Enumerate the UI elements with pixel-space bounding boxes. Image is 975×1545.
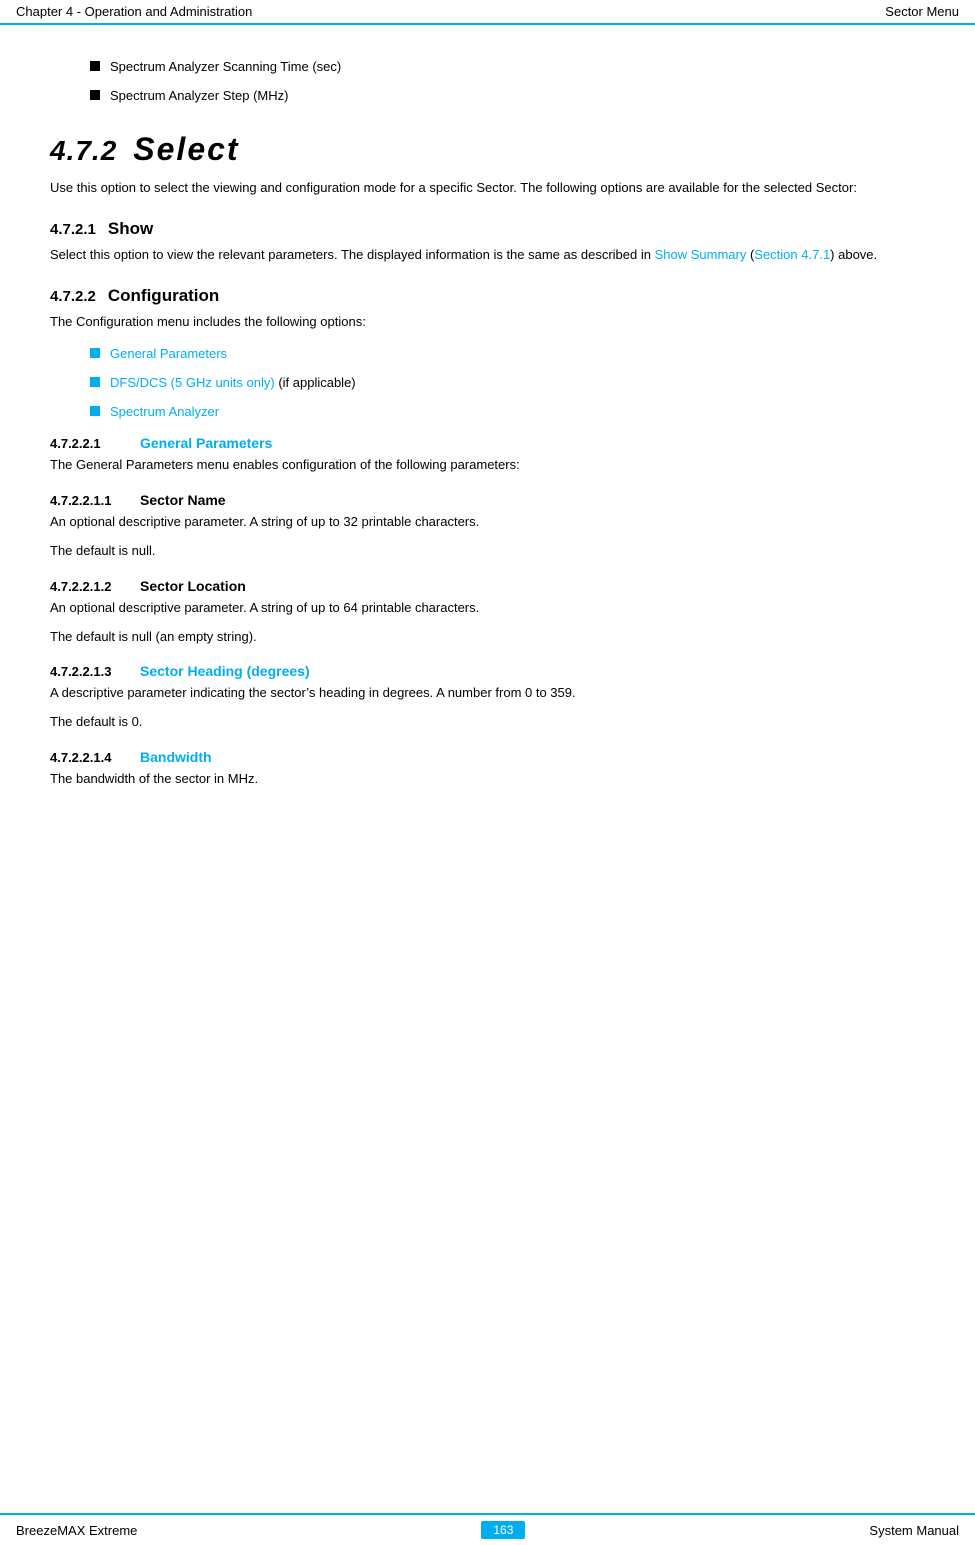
section-472211-body2: The default is null. bbox=[50, 541, 925, 562]
section-47221-title: General Parameters bbox=[140, 435, 272, 451]
section-47221-heading: 4.7.2.2.1 General Parameters bbox=[50, 435, 925, 451]
bullet-text-gp[interactable]: General Parameters bbox=[110, 346, 227, 361]
section-4722-num: 4.7.2.2 bbox=[50, 288, 96, 305]
section-472211-title: Sector Name bbox=[140, 492, 226, 508]
bullet-item-dfs: DFS/DCS (5 GHz units only) (if applicabl… bbox=[90, 375, 925, 390]
section-472213-body2: The default is 0. bbox=[50, 712, 925, 733]
bullet-text-dfs-suffix: (if applicable) bbox=[275, 375, 356, 390]
section-472212-title: Sector Location bbox=[140, 578, 246, 594]
section-472214-body1: The bandwidth of the sector in MHz. bbox=[50, 769, 925, 790]
bullet-item-sa: Spectrum Analyzer bbox=[90, 404, 925, 419]
section-472213-title: Sector Heading (degrees) bbox=[140, 663, 310, 679]
header-left: Chapter 4 - Operation and Administration bbox=[16, 4, 252, 19]
bullet-square-sa bbox=[90, 406, 100, 416]
section-4722-title: Configuration bbox=[108, 286, 219, 306]
footer-left: BreezeMAX Extreme bbox=[16, 1523, 137, 1538]
section-4721-heading: 4.7.2.1 Show bbox=[50, 219, 925, 239]
section-472211-heading: 4.7.2.2.1.1 Sector Name bbox=[50, 492, 925, 508]
section-472211-num: 4.7.2.2.1.1 bbox=[50, 493, 130, 508]
page-header: Chapter 4 - Operation and Administration… bbox=[0, 0, 975, 25]
bullet-text-sa[interactable]: Spectrum Analyzer bbox=[110, 404, 219, 419]
bullet-square-gp bbox=[90, 348, 100, 358]
section-472-title: Select bbox=[133, 131, 239, 168]
bullet-item-1: Spectrum Analyzer Scanning Time (sec) bbox=[90, 59, 925, 74]
section-47221-body: The General Parameters menu enables conf… bbox=[50, 455, 925, 476]
section-4722-heading: 4.7.2.2 Configuration bbox=[50, 286, 925, 306]
bullet-text-2: Spectrum Analyzer Step (MHz) bbox=[110, 88, 288, 103]
bullet-square-2 bbox=[90, 90, 100, 100]
footer-page-number: 163 bbox=[481, 1521, 525, 1539]
section-4721-link2[interactable]: Section 4.7.1 bbox=[754, 247, 830, 262]
section-4722-body: The Configuration menu includes the foll… bbox=[50, 312, 925, 333]
section-472212-heading: 4.7.2.2.1.2 Sector Location bbox=[50, 578, 925, 594]
section-472214-num: 4.7.2.2.1.4 bbox=[50, 750, 130, 765]
section-4721-num: 4.7.2.1 bbox=[50, 221, 96, 238]
section-472-body: Use this option to select the viewing an… bbox=[50, 178, 925, 199]
bullet-text-1: Spectrum Analyzer Scanning Time (sec) bbox=[110, 59, 341, 74]
section-4721-body: Select this option to view the relevant … bbox=[50, 245, 925, 266]
section-472213-heading: 4.7.2.2.1.3 Sector Heading (degrees) bbox=[50, 663, 925, 679]
bullet-item-gp: General Parameters bbox=[90, 346, 925, 361]
bullet-text-dfs: DFS/DCS (5 GHz units only) (if applicabl… bbox=[110, 375, 356, 390]
section-4721-body1: Select this option to view the relevant … bbox=[50, 247, 655, 262]
section-472212-body2: The default is null (an empty string). bbox=[50, 627, 925, 648]
section-47221-num: 4.7.2.2.1 bbox=[50, 436, 130, 451]
section-472213-num: 4.7.2.2.1.3 bbox=[50, 664, 130, 679]
section-472211-body1: An optional descriptive parameter. A str… bbox=[50, 512, 925, 533]
section-472-heading: 4.7.2 Select bbox=[50, 131, 925, 168]
bullet-item-2: Spectrum Analyzer Step (MHz) bbox=[90, 88, 925, 103]
main-content: Spectrum Analyzer Scanning Time (sec) Sp… bbox=[0, 25, 975, 858]
section-472214-title: Bandwidth bbox=[140, 749, 212, 765]
section-4721-title: Show bbox=[108, 219, 153, 239]
section-472212-num: 4.7.2.2.1.2 bbox=[50, 579, 130, 594]
section-472213-body1: A descriptive parameter indicating the s… bbox=[50, 683, 925, 704]
section-4721-link1[interactable]: Show Summary bbox=[655, 247, 747, 262]
header-right: Sector Menu bbox=[885, 4, 959, 19]
footer-right: System Manual bbox=[869, 1523, 959, 1538]
bullet-text-dfs-link[interactable]: DFS/DCS (5 GHz units only) bbox=[110, 375, 275, 390]
section-472-num: 4.7.2 bbox=[50, 135, 117, 167]
page-footer: BreezeMAX Extreme 163 System Manual bbox=[0, 1513, 975, 1545]
bullet-square-dfs bbox=[90, 377, 100, 387]
section-472214-heading: 4.7.2.2.1.4 Bandwidth bbox=[50, 749, 925, 765]
section-4721-body3: ) above. bbox=[830, 247, 877, 262]
section-472212-body1: An optional descriptive parameter. A str… bbox=[50, 598, 925, 619]
bullet-square-1 bbox=[90, 61, 100, 71]
